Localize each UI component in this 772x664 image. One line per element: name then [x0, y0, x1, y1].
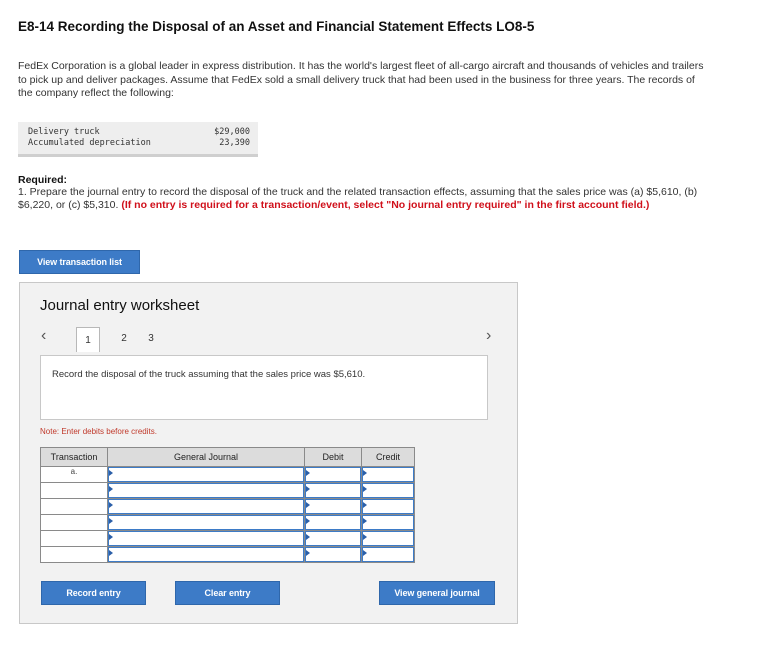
transaction-cell	[40, 546, 108, 563]
credit-field[interactable]	[361, 514, 415, 531]
account-field[interactable]	[107, 466, 305, 483]
debit-input[interactable]	[305, 467, 361, 482]
records-table: Delivery truck $29,000 Accumulated depre…	[18, 122, 258, 157]
instruction-text: Record the disposal of the truck assumin…	[52, 369, 366, 380]
debit-field[interactable]	[304, 514, 362, 531]
worksheet-title: Journal entry worksheet	[40, 297, 200, 314]
page-tab-1[interactable]: 1	[76, 327, 100, 352]
debit-input[interactable]	[305, 483, 361, 498]
transaction-cell: a.	[40, 466, 108, 483]
instruction-box: Record the disposal of the truck assumin…	[40, 355, 488, 420]
record-value: 23,390	[219, 138, 250, 148]
account-input[interactable]	[108, 547, 304, 562]
clear-entry-button[interactable]: Clear entry	[175, 581, 280, 605]
credit-input[interactable]	[362, 531, 414, 546]
required-note: (If no entry is required for a transacti…	[121, 198, 650, 211]
record-label: Accumulated depreciation	[28, 138, 151, 148]
view-transaction-list-button[interactable]: View transaction list	[19, 250, 140, 274]
debit-input[interactable]	[305, 515, 361, 530]
required-heading: Required:	[18, 174, 68, 186]
required-text: 1. Prepare the journal entry to record t…	[18, 186, 718, 211]
record-label: Delivery truck	[28, 127, 100, 137]
account-input[interactable]	[108, 515, 304, 530]
credit-input[interactable]	[362, 499, 414, 514]
debit-field[interactable]	[304, 546, 362, 563]
transaction-cell	[40, 530, 108, 547]
chevron-left-icon[interactable]: ‹	[41, 327, 46, 345]
table-row	[40, 546, 415, 563]
page-tab-2[interactable]: 2	[113, 327, 135, 349]
debit-field[interactable]	[304, 530, 362, 547]
credit-field[interactable]	[361, 482, 415, 499]
debit-field[interactable]	[304, 482, 362, 499]
journal-table: Transaction General Journal Debit Credit…	[40, 447, 415, 563]
column-header-credit: Credit	[361, 447, 415, 467]
credit-field[interactable]	[361, 498, 415, 515]
view-general-journal-button[interactable]: View general journal	[379, 581, 495, 605]
account-input[interactable]	[108, 499, 304, 514]
chevron-right-icon[interactable]: ›	[486, 327, 491, 345]
credit-input[interactable]	[362, 467, 414, 482]
journal-entry-worksheet: Journal entry worksheet ‹ 1 2 3 › Record…	[19, 282, 518, 624]
debit-field[interactable]	[304, 498, 362, 515]
account-field[interactable]	[107, 482, 305, 499]
account-input[interactable]	[108, 531, 304, 546]
account-field[interactable]	[107, 530, 305, 547]
record-row: Accumulated depreciation 23,390	[28, 138, 250, 149]
column-header-debit: Debit	[304, 447, 362, 467]
table-row	[40, 514, 415, 531]
account-field[interactable]	[107, 546, 305, 563]
account-field[interactable]	[107, 498, 305, 515]
transaction-cell	[40, 514, 108, 531]
debit-input[interactable]	[305, 547, 361, 562]
problem-intro: FedEx Corporation is a global leader in …	[18, 60, 704, 99]
account-input[interactable]	[108, 483, 304, 498]
column-header-transaction: Transaction	[40, 447, 108, 467]
credit-field[interactable]	[361, 466, 415, 483]
debit-input[interactable]	[305, 531, 361, 546]
record-value: $29,000	[214, 127, 250, 137]
credit-field[interactable]	[361, 546, 415, 563]
debit-field[interactable]	[304, 466, 362, 483]
credit-input[interactable]	[362, 547, 414, 562]
record-row: Delivery truck $29,000	[28, 127, 250, 138]
account-field[interactable]	[107, 514, 305, 531]
worksheet-pager: ‹ 1 2 3 ›	[20, 327, 517, 352]
column-header-general-journal: General Journal	[107, 447, 305, 467]
transaction-cell	[40, 498, 108, 515]
debit-credit-note: Note: Enter debits before credits.	[40, 427, 157, 436]
table-row: a.	[40, 466, 415, 483]
debit-input[interactable]	[305, 499, 361, 514]
credit-input[interactable]	[362, 515, 414, 530]
credit-input[interactable]	[362, 483, 414, 498]
credit-field[interactable]	[361, 530, 415, 547]
table-row	[40, 498, 415, 515]
table-row	[40, 482, 415, 499]
transaction-cell	[40, 482, 108, 499]
account-input[interactable]	[108, 467, 304, 482]
page-tab-3[interactable]: 3	[140, 327, 162, 349]
record-entry-button[interactable]: Record entry	[41, 581, 146, 605]
table-row	[40, 530, 415, 547]
page-title: E8-14 Recording the Disposal of an Asset…	[18, 19, 535, 34]
